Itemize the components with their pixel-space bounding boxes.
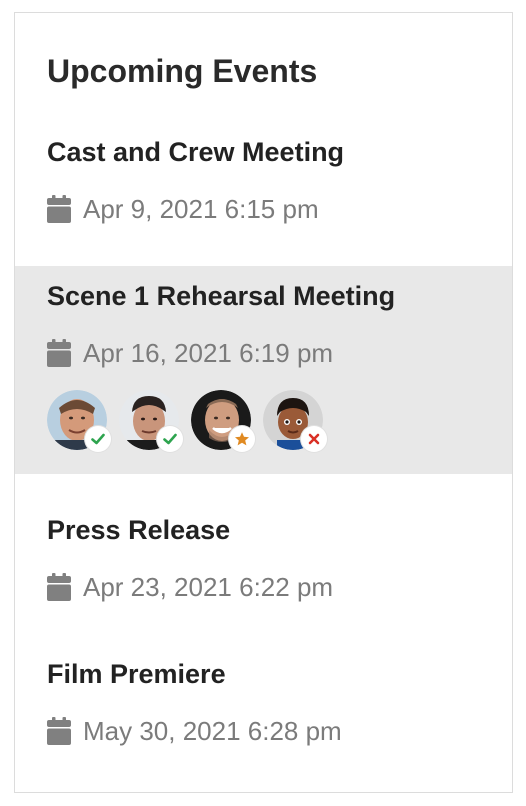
event-title[interactable]: Film Premiere bbox=[47, 658, 512, 690]
event-date-text: Apr 16, 2021 6:19 pm bbox=[83, 338, 334, 368]
check-icon bbox=[163, 433, 177, 445]
calendar-icon bbox=[47, 573, 71, 601]
attendee[interactable] bbox=[263, 390, 327, 452]
status-badge bbox=[229, 426, 255, 452]
event-date-text: Apr 9, 2021 6:15 pm bbox=[83, 194, 319, 224]
event-item[interactable]: Film Premiere May 30, 2021 6:28 pm bbox=[15, 658, 512, 748]
calendar-icon bbox=[47, 195, 71, 223]
check-icon bbox=[91, 433, 105, 445]
attendee[interactable] bbox=[47, 390, 111, 452]
attendee[interactable] bbox=[191, 390, 255, 452]
status-badge bbox=[157, 426, 183, 452]
event-date: Apr 9, 2021 6:15 pm bbox=[47, 192, 512, 226]
close-icon bbox=[308, 433, 320, 445]
widget-title: Upcoming Events bbox=[47, 53, 318, 89]
event-date: Apr 23, 2021 6:22 pm bbox=[47, 570, 512, 604]
event-date: May 30, 2021 6:28 pm bbox=[47, 714, 512, 748]
event-item-active[interactable]: Scene 1 Rehearsal Meeting Apr 16, 2021 6… bbox=[15, 266, 512, 474]
event-item[interactable]: Press Release Apr 23, 2021 6:22 pm bbox=[15, 514, 512, 604]
attendee-list bbox=[47, 390, 512, 452]
upcoming-events-card: Upcoming Events Cast and Crew Meeting Ap… bbox=[14, 12, 513, 793]
event-date-text: May 30, 2021 6:28 pm bbox=[83, 716, 342, 746]
event-date-text: Apr 23, 2021 6:22 pm bbox=[83, 572, 334, 602]
event-title[interactable]: Cast and Crew Meeting bbox=[47, 136, 512, 168]
event-item[interactable]: Cast and Crew Meeting Apr 9, 2021 6:15 p… bbox=[15, 136, 512, 226]
event-title[interactable]: Press Release bbox=[47, 514, 512, 546]
event-title[interactable]: Scene 1 Rehearsal Meeting bbox=[47, 280, 512, 312]
event-date: Apr 16, 2021 6:19 pm bbox=[47, 336, 512, 370]
status-badge bbox=[85, 426, 111, 452]
attendee[interactable] bbox=[119, 390, 183, 452]
calendar-icon bbox=[47, 717, 71, 745]
status-badge bbox=[301, 426, 327, 452]
star-icon bbox=[235, 432, 249, 446]
calendar-icon bbox=[47, 339, 71, 367]
